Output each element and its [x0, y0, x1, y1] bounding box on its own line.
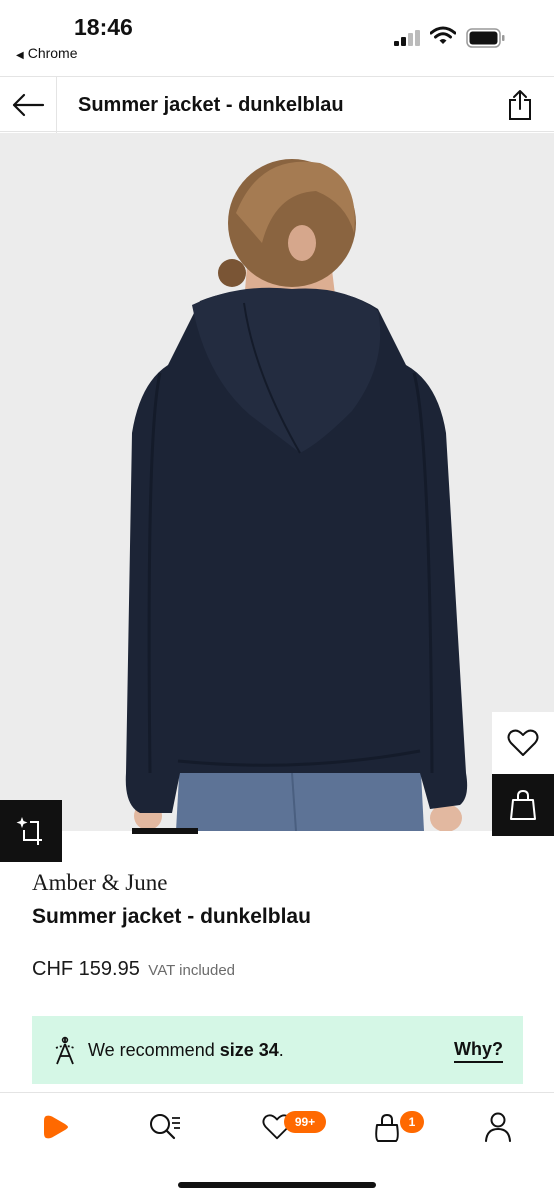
recommended-size: size 34: [219, 1040, 279, 1060]
share-icon: [509, 90, 531, 120]
carousel-indicator: [132, 828, 198, 834]
product-image[interactable]: [0, 133, 554, 831]
back-to-chrome-link[interactable]: ◀ Chrome: [16, 45, 78, 61]
tab-profile[interactable]: [473, 1107, 523, 1147]
product-photo: [0, 133, 554, 831]
recommendation-text: We recommend size 34.: [88, 1040, 284, 1061]
recommendation-prefix: We recommend: [88, 1040, 215, 1060]
sparkle-crop-icon: [16, 817, 42, 845]
brand-name[interactable]: Amber & June: [32, 870, 167, 896]
nav-divider: [56, 77, 57, 133]
home-indicator[interactable]: [178, 1182, 376, 1188]
why-link[interactable]: Why?: [454, 1039, 503, 1063]
back-button[interactable]: [8, 85, 48, 125]
nav-header: Summer jacket - dunkelblau: [0, 76, 554, 133]
bag-icon: [375, 1113, 399, 1142]
person-icon: [485, 1112, 511, 1142]
heart-icon: [507, 729, 539, 756]
page-title: Summer jacket - dunkelblau: [78, 94, 344, 116]
size-recommendation: We recommend size 34. Why?: [32, 1016, 523, 1084]
tab-home[interactable]: [30, 1107, 80, 1147]
arrow-left-icon: [12, 93, 45, 117]
tape-measure-figure-icon: [55, 1036, 75, 1065]
price: CHF 159.95: [32, 958, 140, 980]
bag-icon: [510, 789, 536, 820]
add-to-wishlist-button[interactable]: [492, 712, 554, 774]
home-play-icon: [44, 1115, 68, 1139]
recommendation-suffix: .: [278, 1040, 284, 1060]
share-button[interactable]: [500, 85, 540, 125]
wifi-icon: [430, 26, 456, 44]
vat-note: VAT included: [148, 962, 236, 979]
tab-search[interactable]: [140, 1107, 190, 1147]
search-icon: [150, 1114, 180, 1140]
status-bar: 18:46 ◀ Chrome: [0, 0, 554, 76]
price-row: CHF 159.95 VAT included: [32, 958, 235, 981]
product-name: Summer jacket - dunkelblau: [32, 905, 311, 928]
back-app-label: Chrome: [27, 45, 78, 61]
status-time: 18:46: [74, 14, 133, 40]
back-triangle-icon: ◀: [16, 50, 24, 61]
bag-count-badge: 1: [400, 1111, 424, 1133]
battery-icon: [466, 28, 505, 48]
wishlist-count-badge: 99+: [284, 1111, 326, 1133]
add-to-bag-button[interactable]: [492, 774, 554, 836]
find-similar-button[interactable]: [0, 800, 62, 862]
cellular-signal-icon: [394, 30, 420, 46]
